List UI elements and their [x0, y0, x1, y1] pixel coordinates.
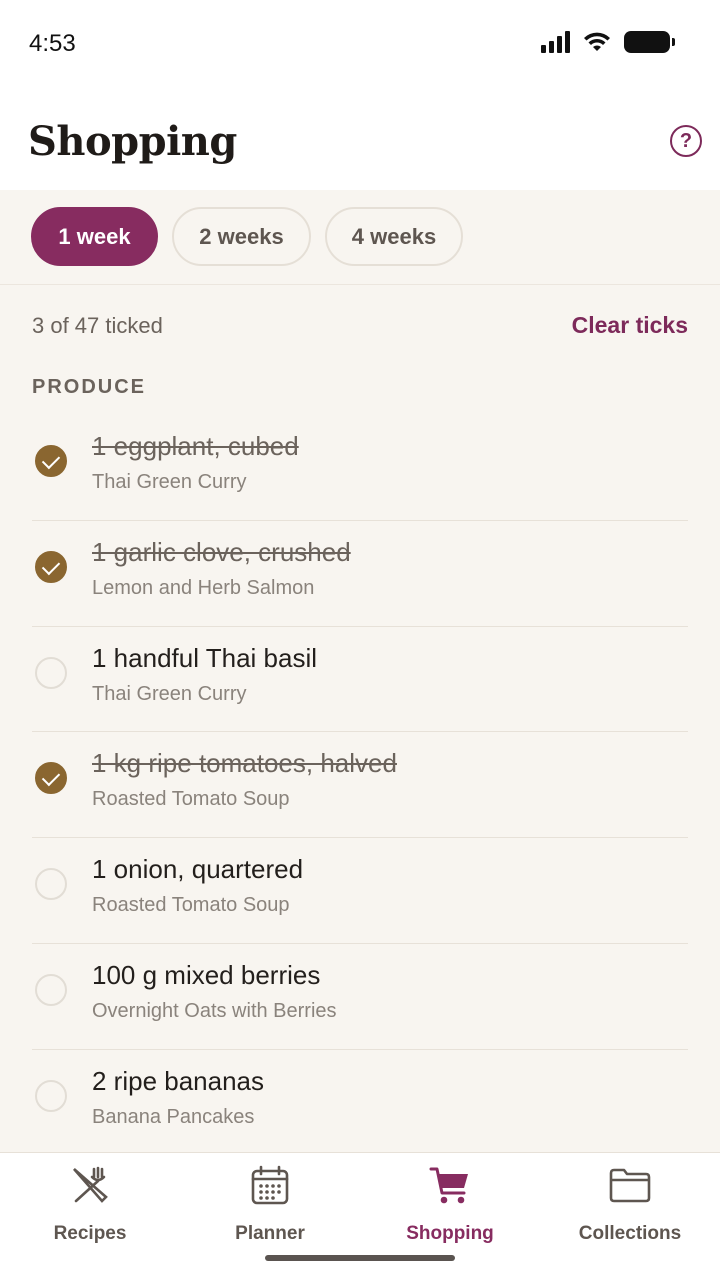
- item-recipe: Roasted Tomato Soup: [92, 894, 290, 917]
- cellular-signal-icon: [541, 31, 570, 53]
- clear-ticks-button[interactable]: Clear ticks: [572, 312, 688, 339]
- checkbox-unchecked[interactable]: [35, 973, 67, 1006]
- nav-label: Planner: [235, 1223, 305, 1244]
- item-recipe: Overnight Oats with Berries: [92, 999, 337, 1022]
- utensils-icon: [73, 1166, 108, 1203]
- item-recipe: Thai Green Curry: [92, 471, 247, 493]
- status-bar: 4:53: [0, 0, 720, 90]
- item-text: 1 onion, quartered: [92, 854, 304, 885]
- checkbox-checked[interactable]: [35, 550, 67, 583]
- section-heading: PRODUCE: [32, 376, 147, 398]
- nav-item-recipes[interactable]: Recipes: [0, 1161, 180, 1251]
- nav-item-planner[interactable]: Planner: [180, 1161, 360, 1251]
- item-text: 1 handful Thai basil: [92, 642, 318, 673]
- list-item[interactable]: 100 g mixed berries Overnight Oats with …: [32, 944, 688, 1050]
- range-selector: 1 week 2 weeks 4 weeks: [0, 190, 720, 285]
- ticked-count: 3 of 47 ticked: [32, 313, 163, 338]
- shopping-list: 1 eggplant, cubed Thai Green Curry 1 gar…: [0, 415, 720, 1156]
- nav-label: Recipes: [53, 1223, 127, 1244]
- item-recipe: Roasted Tomato Soup: [92, 788, 290, 811]
- nav-label: Collections: [578, 1223, 682, 1244]
- checkbox-checked[interactable]: [35, 762, 67, 795]
- nav-label: Shopping: [406, 1223, 494, 1244]
- status-time: 4:53: [29, 30, 76, 57]
- range-chip-4-weeks[interactable]: 4 weeks: [325, 207, 463, 266]
- list-item[interactable]: 2 ripe bananas Banana Pancakes: [32, 1050, 688, 1156]
- status-icons: [541, 31, 675, 53]
- cart-icon: [429, 1167, 468, 1204]
- list-item[interactable]: 1 onion, quartered Roasted Tomato Soup: [32, 838, 688, 944]
- checkbox-unchecked[interactable]: [35, 1079, 67, 1112]
- help-circle-icon: ?: [679, 129, 693, 152]
- battery-icon: [624, 31, 675, 53]
- list-item[interactable]: 1 handful Thai basil Thai Green Curry: [32, 627, 688, 733]
- checkbox-unchecked[interactable]: [35, 656, 67, 689]
- folder-icon: [609, 1168, 651, 1203]
- nav-item-collections[interactable]: Collections: [540, 1161, 720, 1251]
- help-button[interactable]: ?: [670, 125, 702, 157]
- range-chip-1-week[interactable]: 1 week: [31, 207, 158, 266]
- item-text: 1 kg ripe tomatoes, halved: [92, 748, 397, 779]
- list-item[interactable]: 1 garlic clove, crushed Lemon and Herb S…: [32, 521, 688, 627]
- item-recipe: Thai Green Curry: [92, 682, 247, 705]
- item-text: 100 g mixed berries: [92, 959, 321, 990]
- item-text: 1 garlic clove, crushed: [92, 536, 351, 567]
- home-indicator: [265, 1255, 455, 1261]
- item-recipe: Banana Pancakes: [92, 1105, 255, 1128]
- range-chip-2-weeks[interactable]: 2 weeks: [172, 207, 311, 266]
- item-recipe: Lemon and Herb Salmon: [92, 576, 315, 599]
- nav-item-shopping[interactable]: Shopping: [360, 1161, 540, 1251]
- checkbox-checked[interactable]: [35, 445, 67, 477]
- header: Shopping ?: [0, 90, 720, 190]
- list-item[interactable]: 1 kg ripe tomatoes, halved Roasted Tomat…: [32, 732, 688, 839]
- page-title: Shopping: [28, 118, 237, 165]
- calendar-icon: [251, 1165, 289, 1205]
- wifi-icon: [584, 32, 610, 51]
- item-text: 1 eggplant, cubed: [92, 431, 299, 461]
- list-item[interactable]: 1 eggplant, cubed Thai Green Curry: [32, 415, 688, 521]
- item-text: 2 ripe bananas: [92, 1065, 265, 1096]
- checkbox-unchecked[interactable]: [35, 868, 67, 901]
